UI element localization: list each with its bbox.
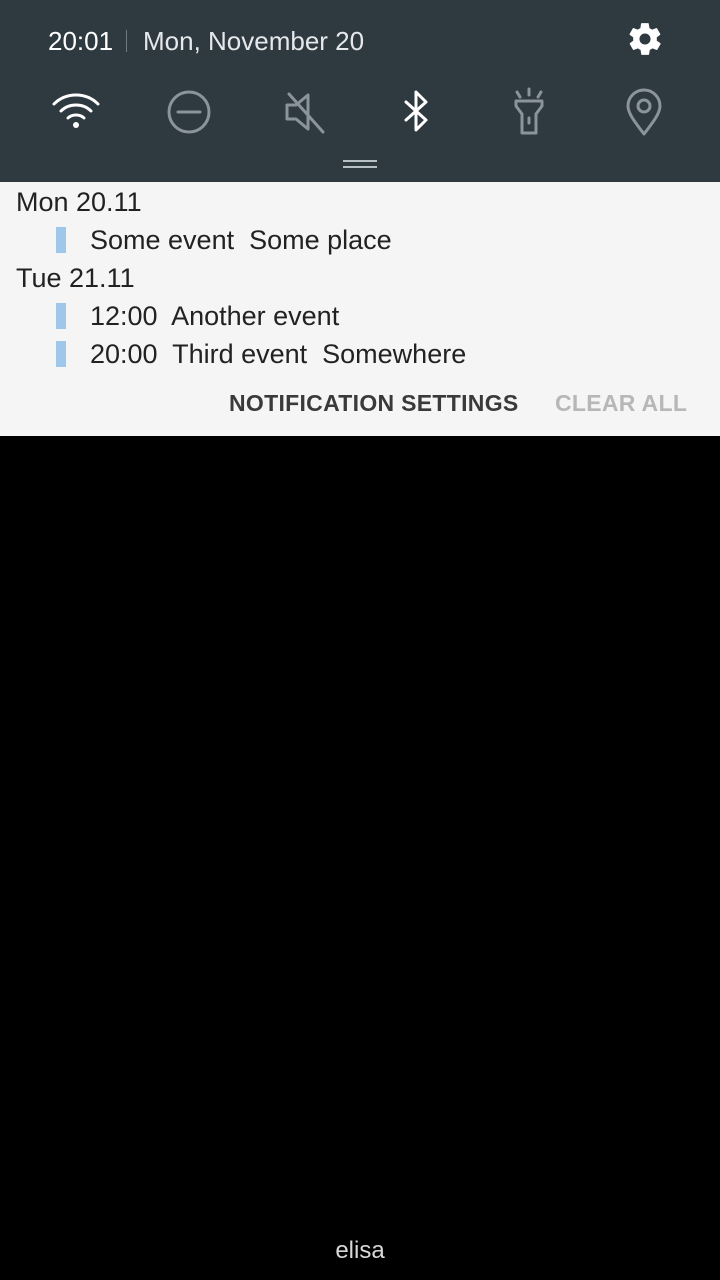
flashlight-icon[interactable] <box>503 86 555 138</box>
location-icon[interactable] <box>618 86 670 138</box>
event-text: 20:00 Third event Somewhere <box>90 339 467 369</box>
event-color-bar <box>56 303 66 329</box>
clear-all-button[interactable]: CLEAR ALL <box>555 388 687 418</box>
divider <box>126 30 127 52</box>
lock-screen-shade: 20:01 Mon, November 20 Mon 20.11 Some ev… <box>0 0 720 1280</box>
status-time: 20:01 <box>48 26 114 56</box>
event-item[interactable]: 20:00 Third event Somewhere <box>56 336 696 372</box>
wifi-icon[interactable] <box>50 86 102 138</box>
day-header: Tue 21.11 <box>16 263 135 293</box>
quick-settings-panel: 20:01 Mon, November 20 <box>0 0 720 182</box>
bluetooth-icon[interactable] <box>390 86 442 138</box>
event-color-bar <box>56 341 66 367</box>
do-not-disturb-icon[interactable] <box>163 86 215 138</box>
agenda-notification[interactable]: Mon 20.11 Some event Some place Tue 21.1… <box>0 182 720 436</box>
carrier-label: elisa <box>335 1237 385 1264</box>
notification-settings-button[interactable]: NOTIFICATION SETTINGS <box>229 388 519 418</box>
event-text: 12:00 Another event <box>90 301 340 331</box>
sound-muted-icon[interactable] <box>279 86 331 138</box>
panel-drag-handle[interactable] <box>343 160 377 170</box>
event-color-bar <box>56 227 66 253</box>
status-date: Mon, November 20 <box>143 26 365 56</box>
event-item[interactable]: 12:00 Another event <box>56 298 696 334</box>
event-item[interactable]: Some event Some place <box>56 222 696 258</box>
gear-icon[interactable] <box>626 20 664 58</box>
day-header: Mon 20.11 <box>16 187 142 217</box>
event-text: Some event Some place <box>90 225 392 255</box>
